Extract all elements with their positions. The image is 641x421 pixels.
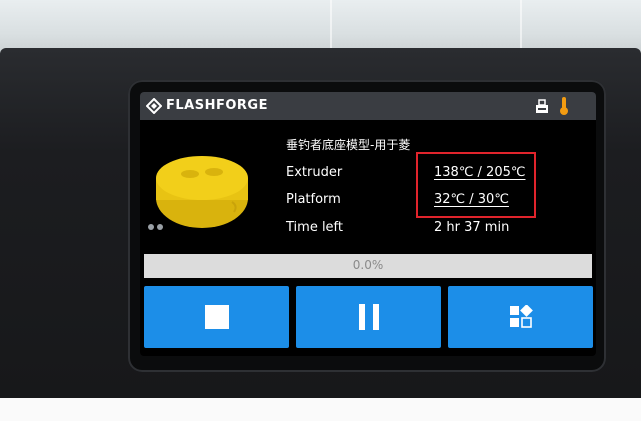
more-options-button[interactable] <box>448 286 593 348</box>
status-header: FLASHFORGE <box>140 92 596 120</box>
pause-icon <box>359 304 379 330</box>
usb-drive-icon[interactable] <box>534 98 550 114</box>
annotation-highlight-box <box>416 152 536 218</box>
photo-background: FLASHFORGE 垂钓者底座模型-用于菱 Extruder 138℃ / 2… <box>0 0 641 421</box>
photo-bottom-edge <box>0 398 641 421</box>
progress-percent: 0.0% <box>352 258 384 272</box>
extruder-label: Extruder <box>286 165 343 180</box>
stop-button[interactable] <box>144 286 289 348</box>
time-left-label: Time left <box>286 220 344 235</box>
touch-screen: FLASHFORGE 垂钓者底座模型-用于菱 Extruder 138℃ / 2… <box>140 92 596 356</box>
platform-label: Platform <box>286 192 341 207</box>
model-thumbnail <box>156 156 248 228</box>
flashforge-logo-icon <box>146 98 162 114</box>
brand-name: FLASHFORGE <box>166 98 268 113</box>
stop-icon <box>205 305 229 329</box>
thermometer-icon[interactable] <box>558 96 570 116</box>
page-indicator-dots <box>148 224 163 230</box>
pause-button[interactable] <box>296 286 441 348</box>
time-left-value: 2 hr 37 min <box>434 220 510 235</box>
grid-menu-icon <box>510 305 533 328</box>
progress-bar: 0.0% <box>144 254 592 278</box>
file-name: 垂钓者底座模型-用于菱 <box>286 138 411 152</box>
